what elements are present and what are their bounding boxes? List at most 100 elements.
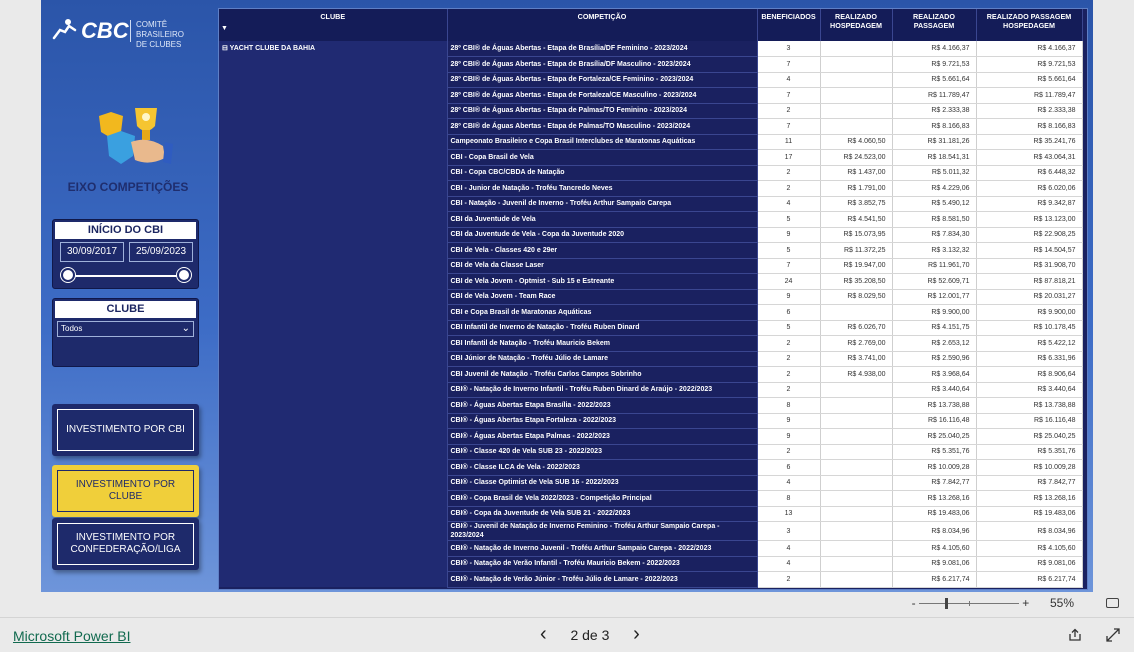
col-header-beneficiados[interactable]: BENEFICIADOS xyxy=(757,9,821,41)
hospedagem-cell xyxy=(820,118,893,135)
hospedagem-cell xyxy=(820,490,893,507)
competicao-cell: CBI da Juventude de Vela - Copa da Juven… xyxy=(447,227,758,243)
passagem-hospedagem-cell: R$ 4.105,60 xyxy=(976,540,1083,557)
nav-button-label: INVESTIMENTO POR CONFEDERAÇÃO/LIGA xyxy=(57,523,194,565)
passagem-hospedagem-cell: R$ 13.268,16 xyxy=(976,490,1083,507)
competicao-cell: CBI de Vela da Classe Laser xyxy=(447,258,758,274)
beneficiados-cell: 9 xyxy=(757,289,821,305)
passagem-cell: R$ 13.268,16 xyxy=(892,490,977,507)
beneficiados-cell: 7 xyxy=(757,258,821,274)
passagem-cell: R$ 12.001,77 xyxy=(892,289,977,305)
passagem-hospedagem-cell: R$ 2.333,38 xyxy=(976,103,1083,119)
passagem-cell: R$ 13.738,88 xyxy=(892,397,977,414)
beneficiados-cell: 24 xyxy=(757,273,821,290)
date-slider-end-handle[interactable] xyxy=(177,268,191,282)
date-range: 30/09/2017 25/09/2023 xyxy=(57,242,194,264)
beneficiados-cell: 2 xyxy=(757,335,821,352)
beneficiados-cell: 8 xyxy=(757,397,821,414)
beneficiados-cell: 9 xyxy=(757,428,821,445)
investimento-por-clube-button[interactable]: INVESTIMENTO POR CLUBE xyxy=(52,465,199,517)
col-header-hospedagem[interactable]: REALIZADO HOSPEDAGEM xyxy=(820,9,893,41)
passagem-cell: R$ 7.842,77 xyxy=(892,475,977,491)
passagem-cell: R$ 11.789,47 xyxy=(892,87,977,104)
runner-icon xyxy=(51,18,77,49)
passagem-hospedagem-cell: R$ 5.661,64 xyxy=(976,72,1083,88)
passagem-cell: R$ 6.217,74 xyxy=(892,571,977,588)
passagem-hospedagem-cell: R$ 19.483,06 xyxy=(976,506,1083,522)
passagem-cell: R$ 4.166,37 xyxy=(892,41,977,57)
hospedagem-cell xyxy=(820,397,893,414)
fit-to-page-icon[interactable] xyxy=(1106,598,1119,608)
competicao-cell: CBI - Copa CBC/CBDA de Natação xyxy=(447,165,758,181)
passagem-hospedagem-cell: R$ 10.009,28 xyxy=(976,459,1083,476)
passagem-cell: R$ 8.581,50 xyxy=(892,211,977,228)
hospedagem-cell: R$ 1.791,00 xyxy=(820,180,893,197)
beneficiados-cell: 4 xyxy=(757,556,821,572)
next-page-button[interactable]: › xyxy=(633,624,640,644)
competicao-cell: CBI® - Águas Abertas Etapa Palmas - 2022… xyxy=(447,428,758,445)
clube-group-cell[interactable]: ⊟ YACHT CLUBE DA BAHIA xyxy=(219,41,448,587)
hospedagem-cell xyxy=(820,72,893,88)
competicao-cell: CBI - Junior de Natação - Troféu Tancred… xyxy=(447,180,758,197)
passagem-hospedagem-cell: R$ 43.064,31 xyxy=(976,149,1083,166)
hospedagem-cell xyxy=(820,41,893,57)
hospedagem-cell: R$ 2.769,00 xyxy=(820,335,893,352)
nav-button-label: INVESTIMENTO POR CBI xyxy=(57,409,194,451)
col-header-clube[interactable]: CLUBE ▼ xyxy=(219,9,448,41)
passagem-cell: R$ 7.834,30 xyxy=(892,227,977,243)
date-slider-start-handle[interactable] xyxy=(61,268,75,282)
beneficiados-cell: 4 xyxy=(757,540,821,557)
date-slider-track[interactable] xyxy=(65,275,184,277)
passagem-cell: R$ 9.081,06 xyxy=(892,556,977,572)
competicao-cell: CBI Júnior de Natação - Troféu Júlio de … xyxy=(447,351,758,367)
passagem-hospedagem-cell: R$ 87.818,21 xyxy=(976,273,1083,290)
share-icon[interactable] xyxy=(1068,628,1082,647)
beneficiados-cell: 13 xyxy=(757,506,821,522)
table-row[interactable]: ⊟ YACHT CLUBE DA BAHIA 28º CBI® de Águas … xyxy=(219,41,1083,587)
investment-table[interactable]: CLUBE ▼ COMPETIÇÃO BENEFICIADOS REALIZADO… xyxy=(218,8,1088,590)
investimento-por-confederacao-button[interactable]: INVESTIMENTO POR CONFEDERAÇÃO/LIGA xyxy=(52,518,199,570)
zoom-slider[interactable] xyxy=(918,598,1019,610)
passagem-cell: R$ 3.440,64 xyxy=(892,382,977,398)
investimento-por-cbi-button[interactable]: INVESTIMENTO POR CBI xyxy=(52,404,199,456)
hospedagem-cell: R$ 1.437,00 xyxy=(820,165,893,181)
beneficiados-cell: 5 xyxy=(757,211,821,228)
competicao-cell: CBI® - Classe ILCA de Vela - 2022/2023 xyxy=(447,459,758,476)
cbc-logo: CBC COMITÊ BRASILEIRO DE CLUBES xyxy=(51,16,211,49)
fullscreen-icon[interactable] xyxy=(1106,628,1120,647)
hospedagem-cell xyxy=(820,556,893,572)
beneficiados-cell: 4 xyxy=(757,196,821,212)
hospedagem-cell: R$ 35.208,50 xyxy=(820,273,893,290)
date-end-input[interactable]: 25/09/2023 xyxy=(129,242,193,262)
page-indicator: 2 de 3 xyxy=(570,627,610,643)
beneficiados-cell: 7 xyxy=(757,56,821,73)
passagem-hospedagem-cell: R$ 8.166,83 xyxy=(976,118,1083,135)
previous-page-button[interactable]: ‹ xyxy=(540,624,547,644)
hospedagem-cell xyxy=(820,382,893,398)
passagem-cell: R$ 52.609,71 xyxy=(892,273,977,290)
clube-dropdown[interactable]: Todos ⌄ xyxy=(57,321,194,337)
passagem-hospedagem-cell: R$ 6.331,96 xyxy=(976,351,1083,367)
passagem-hospedagem-cell: R$ 8.906,64 xyxy=(976,366,1083,383)
passagem-hospedagem-cell: R$ 10.178,45 xyxy=(976,320,1083,336)
hospedagem-cell xyxy=(820,521,893,541)
powerbi-link[interactable]: Microsoft Power BI xyxy=(13,628,130,644)
zoom-out-button[interactable]: - xyxy=(912,596,916,610)
clube-filter-title: CLUBE xyxy=(55,301,196,318)
zoom-in-button[interactable]: + xyxy=(1022,596,1029,610)
col-header-competicao[interactable]: COMPETIÇÃO xyxy=(447,9,758,41)
beneficiados-cell: 2 xyxy=(757,103,821,119)
competicao-cell: CBI® - Classe 420 de Vela SUB 23 - 2022/… xyxy=(447,444,758,460)
eixo-title: EIXO COMPETIÇÕES xyxy=(67,180,189,194)
passagem-cell: R$ 5.011,32 xyxy=(892,165,977,181)
hospedagem-cell xyxy=(820,56,893,73)
logo-brand: CBC xyxy=(81,18,129,43)
competicao-cell: CBI Infantil de Natação - Troféu Maurici… xyxy=(447,335,758,352)
col-header-passagem[interactable]: REALIZADO PASSAGEM xyxy=(892,9,977,41)
competicao-cell: CBI® - Águas Abertas Etapa Fortaleza - 2… xyxy=(447,413,758,429)
col-header-passagem-hospedagem[interactable]: REALIZADO PASSAGEM HOSPEDAGEM xyxy=(976,9,1083,41)
beneficiados-cell: 9 xyxy=(757,227,821,243)
competicao-cell: 28º CBI® de Águas Abertas - Etapa de For… xyxy=(447,72,758,88)
date-start-input[interactable]: 30/09/2017 xyxy=(60,242,124,262)
passagem-cell: R$ 4.229,06 xyxy=(892,180,977,197)
